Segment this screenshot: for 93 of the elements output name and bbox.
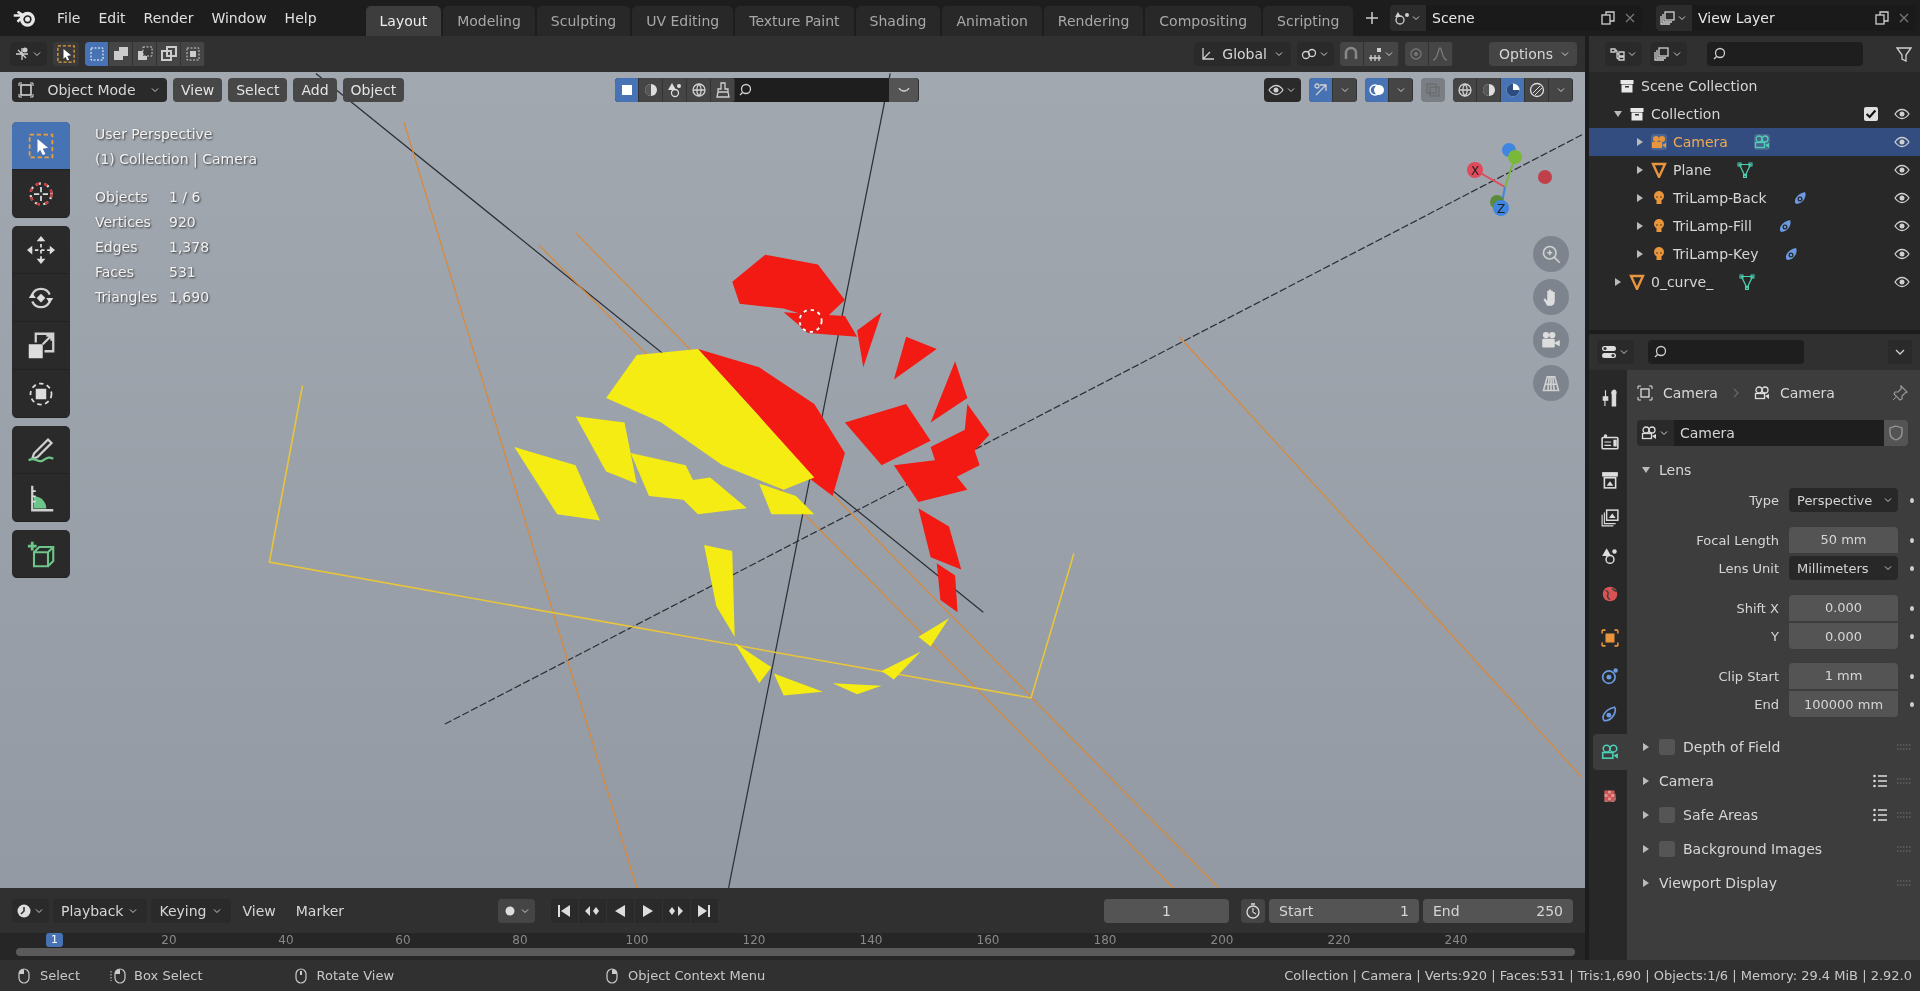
breadcrumb-item: Camera xyxy=(1779,385,1835,401)
workspace-tab[interactable]: UV Editing xyxy=(632,6,734,36)
outliner-item[interactable]: 0_curve_ xyxy=(1651,274,1714,290)
options-dropdown[interactable]: Options xyxy=(1488,42,1577,66)
panel-title[interactable]: Lens xyxy=(1659,462,1692,478)
orientation-dropdown[interactable]: Global xyxy=(1194,42,1291,66)
dropdown[interactable]: Millimeters xyxy=(1789,556,1899,580)
number-field[interactable]: 100000 mm xyxy=(1789,691,1899,717)
stat-value: 920 xyxy=(169,213,197,232)
status-hint: Rotate View xyxy=(316,968,395,983)
outliner-item[interactable]: TriLamp-Key xyxy=(1673,246,1759,262)
stat-value: 531 xyxy=(169,263,197,282)
stat-label: Vertices xyxy=(95,213,152,232)
stat-value: 1,378 xyxy=(169,238,211,257)
playhead[interactable]: 1 xyxy=(46,933,63,947)
viewport-menu[interactable]: Object xyxy=(342,78,405,102)
view-layer-name-field[interactable]: View Layer xyxy=(1698,10,1868,26)
current-frame-field[interactable]: 1 xyxy=(1104,898,1229,923)
workspace-tab[interactable]: Shading xyxy=(855,6,941,36)
workspace-tab[interactable]: Animation xyxy=(942,6,1042,36)
panel-title[interactable]: Depth of Field xyxy=(1683,739,1781,755)
timeline-menu[interactable]: Marker xyxy=(287,898,353,923)
frame-number: 180 xyxy=(1093,933,1117,947)
breadcrumb-item: Camera xyxy=(1663,385,1718,401)
frame-number: 140 xyxy=(859,933,883,947)
number-field[interactable]: 50 mm xyxy=(1789,526,1899,554)
viewport-menu[interactable]: View xyxy=(173,78,223,102)
frame-number: 100 xyxy=(625,933,649,947)
menu-item[interactable]: Render xyxy=(134,6,203,30)
field-label: Type xyxy=(1748,492,1780,508)
context-label: (1) Collection | Camera xyxy=(95,150,258,170)
outliner-item[interactable]: Collection xyxy=(1651,106,1721,122)
timeline-menu[interactable]: View xyxy=(234,898,284,923)
frame-number: 120 xyxy=(742,933,766,947)
status-hint: Box Select xyxy=(134,968,203,983)
workspace-tab[interactable]: Layout xyxy=(365,6,442,36)
frame-number: 240 xyxy=(1444,933,1468,947)
frame-number: 60 xyxy=(395,933,411,947)
field-label: Clip Start xyxy=(1717,668,1780,684)
outliner-item[interactable]: TriLamp-Fill xyxy=(1673,218,1752,234)
axis-gizmo[interactable]: X Z xyxy=(1455,132,1555,232)
viewport-menu[interactable]: Add xyxy=(293,78,337,102)
number-field[interactable]: 0.000 xyxy=(1789,623,1899,649)
outliner-item[interactable]: Camera xyxy=(1673,134,1728,150)
stat-value: 1 / 6 xyxy=(169,188,202,207)
frame-number: 80 xyxy=(512,933,528,947)
panel-title[interactable]: Background Images xyxy=(1683,841,1823,857)
number-field[interactable]: 1 mm xyxy=(1789,662,1899,690)
frame-number: 40 xyxy=(278,933,294,947)
stat-label: Faces xyxy=(95,263,135,282)
frame-number: 160 xyxy=(976,933,1000,947)
workspace-tab[interactable]: Texture Paint xyxy=(735,6,854,36)
view-name: User Perspective xyxy=(95,125,214,144)
stat-value: 1,690 xyxy=(169,288,211,307)
menu-item[interactable]: Edit xyxy=(89,6,135,30)
stat-label: Objects xyxy=(95,188,149,207)
outliner-item[interactable]: Plane xyxy=(1673,162,1712,178)
menu-item[interactable]: Help xyxy=(275,6,326,30)
end-frame-field[interactable]: End 250 xyxy=(1423,898,1573,923)
outliner-item[interactable]: Scene Collection xyxy=(1641,78,1758,94)
panel-title[interactable]: Camera xyxy=(1659,773,1714,789)
frame-number: 200 xyxy=(1210,933,1234,947)
dropdown[interactable]: Perspective xyxy=(1789,488,1899,512)
workspace-tab[interactable]: Compositing xyxy=(1145,6,1262,36)
frame-number: 20 xyxy=(161,933,177,947)
status-info: Collection | Camera | Verts:920 | Faces:531 | Tris:1,690 | Objects:1/6 | Memory: 29.4 MiB | 2.92.0 xyxy=(1284,968,1912,983)
stat-label: Triangles xyxy=(95,288,159,307)
start-frame-field[interactable]: Start 1 xyxy=(1269,898,1419,923)
number-field[interactable]: 0.000 xyxy=(1789,594,1899,622)
scene-name-field[interactable]: Scene xyxy=(1432,10,1594,26)
field-label: Lens Unit xyxy=(1717,560,1780,576)
menu-item[interactable]: Window xyxy=(202,6,276,30)
status-hint: Select xyxy=(40,968,81,983)
workspace-tab[interactable]: Sculpting xyxy=(536,6,631,36)
viewport-menu[interactable]: Select xyxy=(228,78,288,102)
panel-title[interactable]: Safe Areas xyxy=(1683,807,1758,823)
mode-dropdown[interactable]: Object Mode xyxy=(12,78,167,102)
outliner-item[interactable]: TriLamp-Back xyxy=(1673,190,1767,206)
field-label: Y xyxy=(1770,628,1780,644)
workspace-tab[interactable]: Modeling xyxy=(443,6,535,36)
data-name-field[interactable]: Camera xyxy=(1674,420,1884,446)
frame-number: 220 xyxy=(1327,933,1351,947)
field-label: Focal Length xyxy=(1695,532,1780,548)
menu-item[interactable]: File xyxy=(48,6,90,30)
timeline-menu[interactable]: Playback xyxy=(53,898,148,923)
field-label: End xyxy=(1753,696,1780,712)
workspace-tab[interactable]: Rendering xyxy=(1043,6,1144,36)
timeline-menu[interactable]: Keying xyxy=(151,898,231,923)
panel-title[interactable]: Viewport Display xyxy=(1659,875,1777,891)
workspace-tab[interactable]: Scripting xyxy=(1263,6,1354,36)
stat-label: Edges xyxy=(95,238,139,257)
field-label: Shift X xyxy=(1735,600,1780,616)
status-hint: Object Context Menu xyxy=(628,968,766,983)
